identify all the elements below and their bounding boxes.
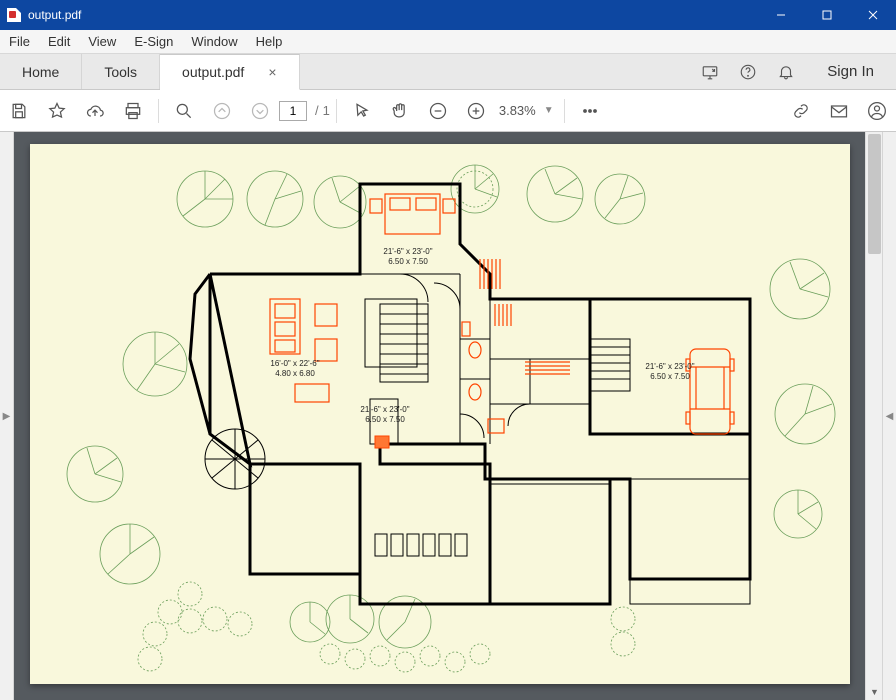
zoom-value: 3.83% (499, 103, 536, 118)
menu-help[interactable]: Help (247, 30, 292, 53)
sign-in-label: Sign In (827, 63, 874, 80)
room-4-metric: 6.50 x 7.50 (650, 372, 690, 381)
account-icon[interactable] (858, 90, 896, 132)
window-maximize-button[interactable] (804, 0, 850, 30)
scroll-down-icon[interactable]: ▼ (866, 683, 882, 700)
bell-icon[interactable] (767, 63, 805, 81)
app-icon (0, 8, 28, 22)
room-2-dim: 16'-0" x 22'-6" (270, 359, 319, 368)
window-title: output.pdf (28, 8, 81, 22)
menu-file[interactable]: File (0, 30, 39, 53)
menu-bar: File Edit View E-Sign Window Help (0, 30, 896, 54)
tab-document[interactable]: output.pdf × (160, 54, 299, 90)
scrollbar-thumb[interactable] (868, 134, 881, 254)
content-area: ▶ (0, 132, 896, 700)
page-total: 1 (323, 103, 330, 118)
zoom-out-icon[interactable] (419, 90, 457, 132)
menu-view[interactable]: View (79, 30, 125, 53)
tab-tools[interactable]: Tools (82, 54, 160, 89)
zoom-in-icon[interactable] (457, 90, 495, 132)
room-3-metric: 6.50 x 7.50 (365, 415, 405, 424)
mail-icon[interactable] (820, 90, 858, 132)
window-titlebar: output.pdf (0, 0, 896, 30)
tab-home[interactable]: Home (0, 54, 82, 89)
chevron-down-icon: ▼ (544, 105, 554, 116)
menu-window[interactable]: Window (182, 30, 246, 53)
help-icon[interactable] (729, 63, 767, 81)
find-icon[interactable] (165, 90, 203, 132)
room-4-dim: 21'-6" x 23'-0" (645, 362, 694, 371)
zoom-dropdown[interactable]: 3.83% ▼ (499, 103, 554, 118)
tab-tools-label: Tools (104, 64, 137, 80)
room-1-metric: 6.50 x 7.50 (388, 257, 428, 266)
window-minimize-button[interactable] (758, 0, 804, 30)
room-1-dim: 21'-6" x 23'-0" (383, 247, 432, 256)
room-3-dim: 21'-6" x 23'-0" (360, 405, 409, 414)
page-number-input[interactable] (279, 101, 307, 121)
tab-document-label: output.pdf (182, 64, 244, 80)
print-icon[interactable] (114, 90, 152, 132)
sign-in-button[interactable]: Sign In (805, 63, 896, 80)
share-screen-icon[interactable] (691, 63, 729, 81)
left-pane-toggle[interactable]: ▶ (0, 132, 14, 700)
page-separator: / (315, 103, 319, 118)
menu-edit[interactable]: Edit (39, 30, 79, 53)
room-2-metric: 4.80 x 6.80 (275, 369, 315, 378)
link-share-icon[interactable] (782, 90, 820, 132)
selection-tool-icon[interactable] (343, 90, 381, 132)
toolbar: / 1 3.83% ▼ (0, 90, 896, 132)
window-close-button[interactable] (850, 0, 896, 30)
right-pane-toggle[interactable]: ◀ (882, 132, 896, 700)
tab-bar: Home Tools output.pdf × Sign In (0, 54, 896, 90)
document-viewport[interactable]: 21'-6" x 23'-0" 6.50 x 7.50 16'-0" x 22'… (14, 132, 882, 700)
star-icon[interactable] (38, 90, 76, 132)
cloud-upload-icon[interactable] (76, 90, 114, 132)
tab-home-label: Home (22, 64, 59, 80)
tab-close-icon[interactable]: × (268, 64, 276, 80)
pdf-page: 21'-6" x 23'-0" 6.50 x 7.50 16'-0" x 22'… (30, 144, 850, 684)
hand-tool-icon[interactable] (381, 90, 419, 132)
vertical-scrollbar[interactable]: ▲ ▼ (865, 132, 882, 700)
menu-esign[interactable]: E-Sign (125, 30, 182, 53)
page-up-icon[interactable] (203, 90, 241, 132)
page-down-icon[interactable] (241, 90, 279, 132)
more-tools-icon[interactable] (571, 90, 609, 132)
save-icon[interactable] (0, 90, 38, 132)
